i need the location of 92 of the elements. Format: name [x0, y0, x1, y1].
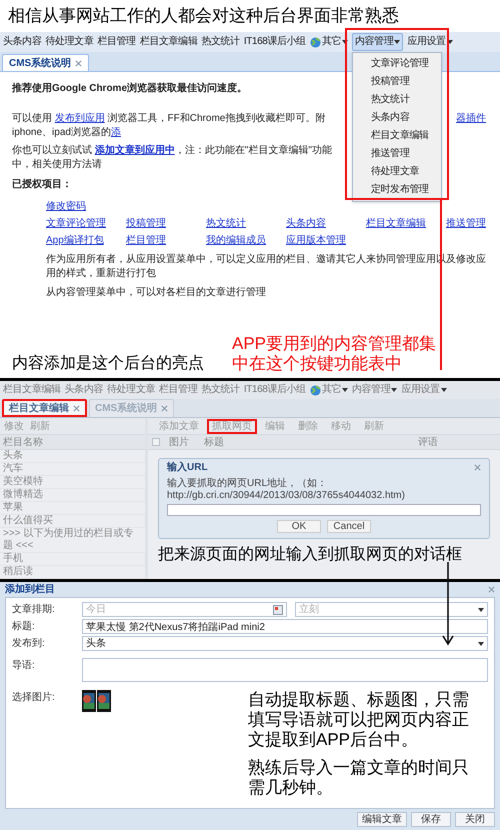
channel-select[interactable]: 头条 [82, 636, 488, 651]
link[interactable]: 文章评论管理 [46, 217, 106, 231]
nav-item[interactable]: IT168课后小组 [244, 382, 306, 398]
field-label: 标题: [12, 620, 36, 634]
field-label: 导语: [12, 659, 36, 673]
dialog-button[interactable]: OK [277, 520, 321, 533]
caret-icon [478, 642, 484, 646]
caret-icon [446, 40, 453, 44]
menu-item[interactable]: 投稿管理 [353, 73, 442, 91]
summary-field[interactable] [82, 658, 488, 682]
calendar-icon[interactable] [273, 604, 283, 614]
link[interactable]: 我的编辑成员 [206, 234, 266, 248]
annotation-text: 把来源页面的网址输入到抓取网页的对话框 [158, 545, 463, 565]
annotation-text: 内容添加是这个后台的亮点 [12, 354, 204, 374]
caret-icon [394, 40, 400, 44]
column-header: 评语 [418, 436, 439, 450]
menu-item[interactable]: 栏目文章编辑 [353, 127, 442, 145]
url-field[interactable] [167, 504, 481, 516]
field-label: 选择图片: [12, 690, 56, 705]
column-header: 标题 [204, 436, 225, 450]
menu-item[interactable]: 头条内容 [353, 109, 442, 127]
nav-item[interactable]: 栏目文章编辑 [140, 34, 198, 50]
close-icon[interactable] [488, 586, 495, 593]
nav-item[interactable]: 内容管理 [352, 33, 404, 51]
column-header: 图片 [169, 436, 190, 450]
menu-item[interactable]: 定时发布管理 [353, 181, 442, 199]
dialog-button[interactable]: 编辑文章 [357, 812, 407, 827]
annotation-text: 自动提取标题、标题图，只需填写导语就可以把网页内容正文提取到APP后台中。 [248, 690, 470, 750]
select-all-checkbox[interactable] [152, 438, 160, 446]
annotation-text: APP要用到的内容管理都集中在这个按键功能表中 [232, 334, 438, 374]
caret-icon [342, 40, 348, 44]
close-icon[interactable] [75, 60, 82, 66]
caret-icon [391, 388, 398, 392]
dialog-button[interactable]: 关闭 [455, 812, 495, 827]
dialog-title: 添加到栏目 [5, 582, 55, 597]
section-heading: 已授权项目： [12, 178, 72, 192]
instruction-text: 可以使用 发布到应用 浏览器工具，FF和Chrome拖拽到收藏栏即可。附iphone、ipad浏览器的添 [12, 112, 326, 140]
caret-icon [440, 388, 447, 392]
link[interactable]: 修改密码 [46, 200, 86, 214]
link[interactable]: 应用版本管理 [286, 234, 346, 248]
menu-item[interactable]: 推送管理 [353, 145, 442, 163]
close-icon[interactable] [73, 404, 80, 412]
link[interactable]: 推送管理 [446, 217, 486, 231]
menu-item[interactable]: 文章评论管理 [353, 55, 442, 73]
nav-item[interactable]: 应用设置 [407, 34, 453, 50]
nav-item[interactable]: 栏目管理 [159, 382, 198, 398]
url-label: 输入要抓取的网页URL地址，（如：http://gb.cri.cn/30944/2013/03/08/3765s4044032.htm) [167, 478, 406, 502]
nav-item[interactable]: 内容管理 [352, 382, 398, 398]
link[interactable]: 添加文章到应用中 [94, 145, 175, 156]
dialog-button[interactable]: 保存 [411, 812, 451, 827]
nav-item[interactable]: 头条内容 [64, 382, 104, 398]
info-text: 从内容管理菜单中，可以对各栏目的文章进行管理 [46, 286, 267, 300]
menu-item[interactable]: 热文统计 [353, 91, 442, 109]
link[interactable]: App编译打包 [46, 234, 104, 248]
link[interactable]: 器插件 [456, 112, 486, 126]
notice-text: 推荐使用Google Chrome浏览器获取最佳访问速度。 [12, 82, 248, 96]
nav-item[interactable]: 待处理文章 [45, 34, 94, 50]
annotation-text: 熟练后导入一篇文章的时间只需几秒钟。 [248, 758, 470, 798]
field-label: 文章排期: [12, 602, 56, 617]
link[interactable]: 发布到应用 [54, 113, 105, 124]
nav-item[interactable]: 热文统计 [201, 34, 240, 50]
nav-item[interactable]: 其它 [310, 382, 348, 398]
nav-item[interactable]: 头条内容 [3, 34, 42, 50]
title-field[interactable]: 苹果太慢 第2代Nexus7将拍踹iPad mini2 [82, 619, 488, 634]
dialog-button[interactable]: Cancel [327, 520, 371, 533]
menu-item[interactable]: 待处理文章 [353, 163, 442, 181]
tab[interactable]: 栏目文章编辑 [2, 399, 87, 417]
caret-icon [342, 388, 348, 392]
caret-icon [478, 608, 484, 612]
link[interactable]: 头条内容 [286, 217, 326, 231]
dialog-title: 输入URL [167, 460, 208, 475]
close-icon[interactable] [161, 405, 168, 412]
nav-item[interactable]: 栏目文章编辑 [3, 382, 61, 398]
tab[interactable]: CMS系统说明 [2, 54, 90, 71]
link[interactable]: 投稿管理 [126, 217, 166, 231]
field-label: 发布到: [12, 637, 46, 651]
link[interactable]: 热文统计 [206, 217, 246, 231]
nav-item[interactable]: 栏目管理 [97, 34, 136, 50]
nav-item[interactable]: 应用设置 [401, 382, 447, 398]
link[interactable]: 栏目管理 [126, 234, 166, 248]
column-header: 栏目名称 [0, 435, 145, 450]
nav-item[interactable]: 待处理文章 [107, 382, 156, 398]
globe-icon [310, 384, 321, 396]
caption-text: 相信从事网站工作的人都会对这种后台界面非常熟悉 [7, 5, 400, 27]
nav-item[interactable]: 其它 [310, 34, 348, 50]
instruction-text: 你也可以立刻试试 添加文章到应用中，注：此功能在"栏目文章编辑"功能中，相关使用方法请 [12, 144, 333, 172]
nav-item[interactable]: 热文统计 [201, 382, 240, 398]
link[interactable]: 栏目文章编辑 [366, 217, 426, 231]
link[interactable]: 添 [110, 127, 121, 138]
nav-item[interactable]: IT168课后小组 [244, 34, 306, 50]
close-icon[interactable] [474, 464, 481, 471]
globe-icon [310, 36, 321, 48]
